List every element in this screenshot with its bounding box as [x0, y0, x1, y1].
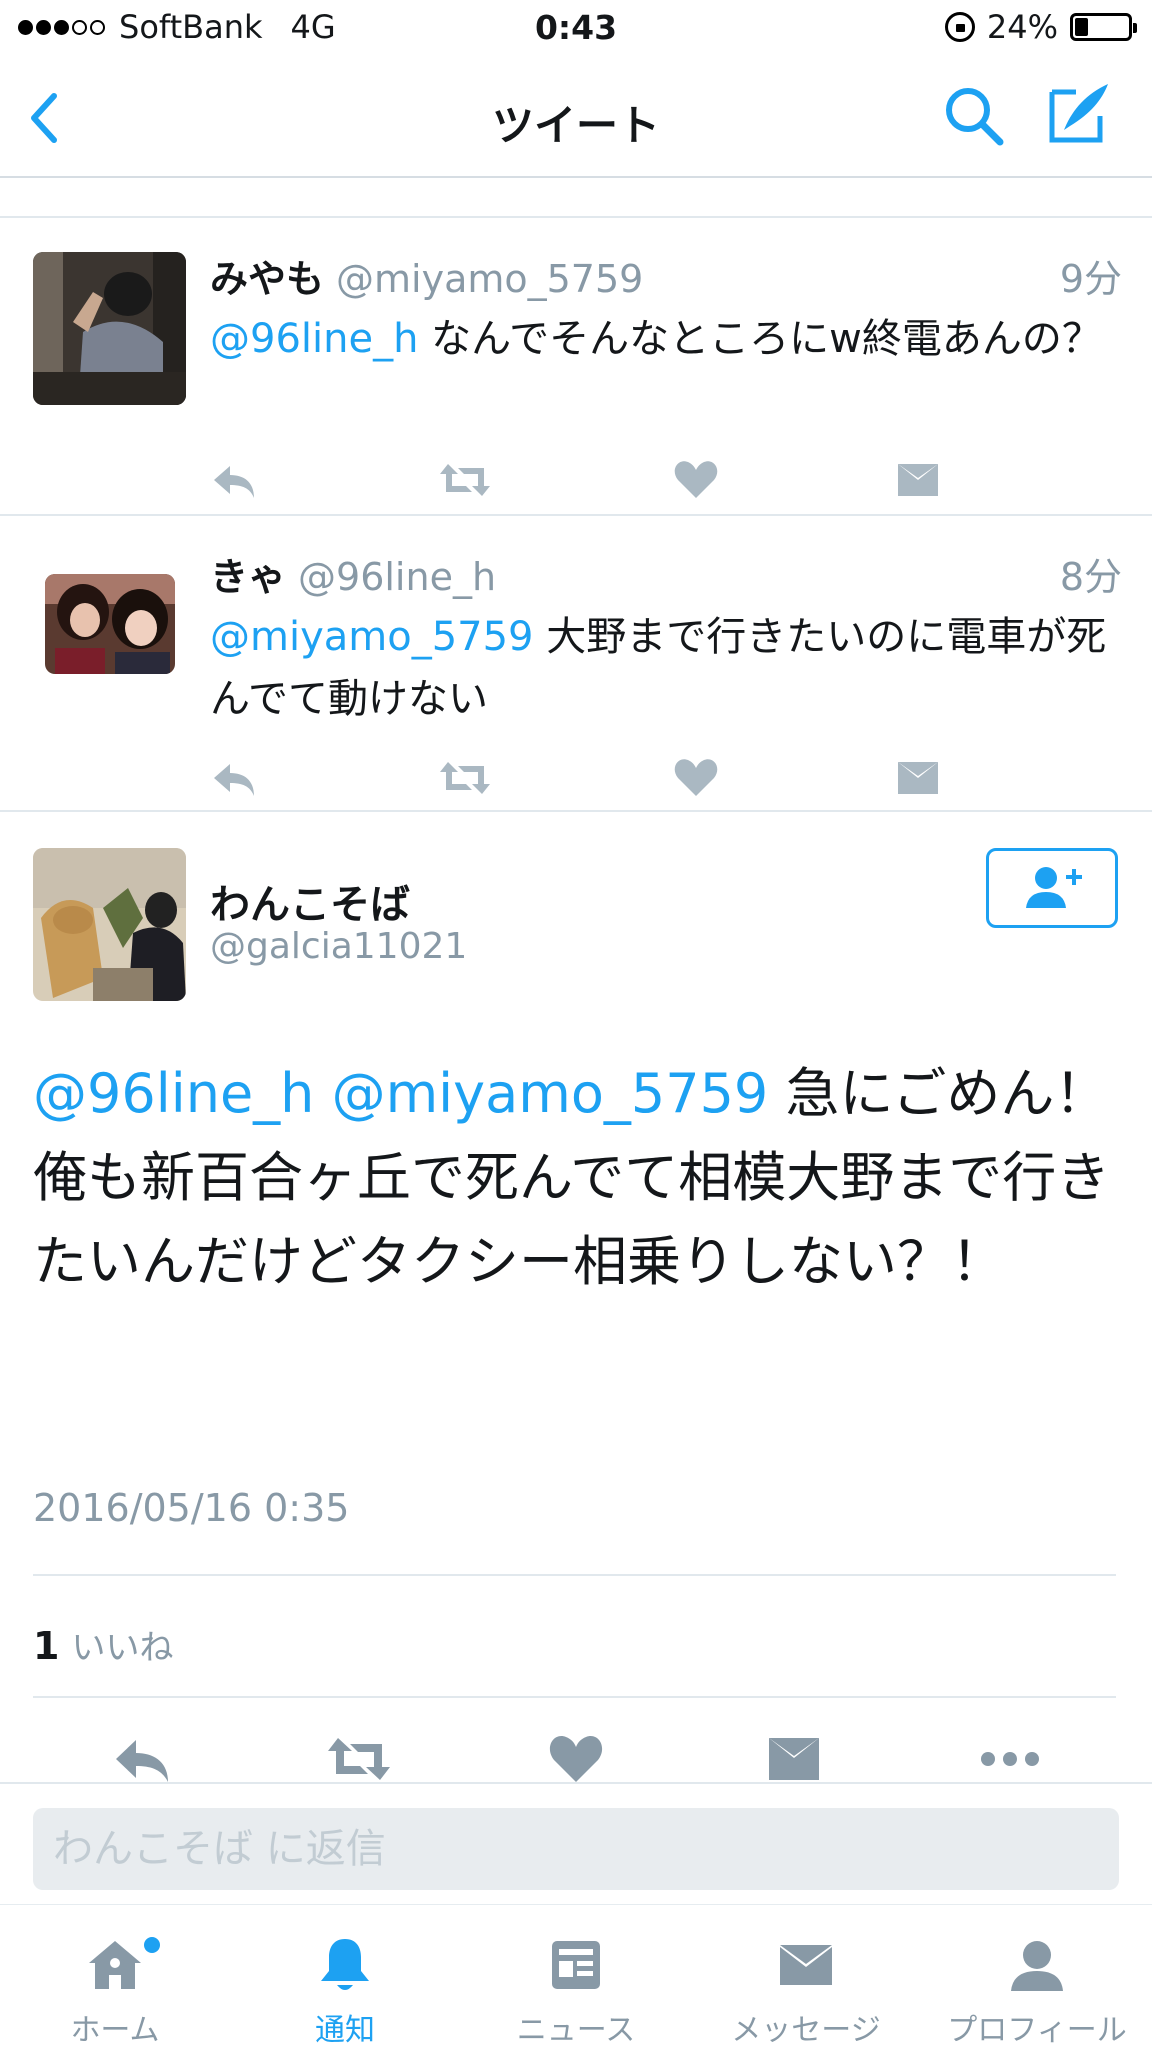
mention-link[interactable]: @96line_h	[33, 1062, 314, 1125]
home-icon	[89, 1941, 141, 1989]
avatar[interactable]	[33, 848, 186, 1001]
tab-profile[interactable]: プロフィール	[922, 1905, 1152, 2048]
tab-label: 通知	[315, 2013, 375, 2048]
battery-fill	[1075, 18, 1088, 36]
tweet-text: @96line_h なんでそんなところにw終電あんの？	[210, 308, 1110, 370]
tweet-text-content: なんでそんなところにw終電あんの？	[418, 316, 1102, 362]
search-icon[interactable]	[942, 84, 1006, 148]
direct-message-icon[interactable]	[764, 1732, 824, 1786]
direct-message-icon[interactable]	[894, 756, 942, 800]
divider	[33, 1696, 1116, 1698]
tab-messages[interactable]: メッセージ	[691, 1905, 921, 2048]
tab-home[interactable]: ホーム	[0, 1905, 230, 2048]
main-tweet-line-2: 俺も新百合ヶ丘で死んでて相模大野まで行きたいんだけどタクシー相乗りしない？！	[33, 1146, 1111, 1293]
tweet-text: @miyamo_5759 大野まで行きたいのに電車が死んでて動けない	[210, 606, 1110, 730]
battery-icon	[1070, 13, 1137, 41]
avatar[interactable]	[33, 252, 186, 405]
status-bar-right: 24%	[944, 8, 1137, 46]
tab-label: ホーム	[70, 2013, 160, 2048]
add-user-icon	[1026, 867, 1082, 908]
rotation-lock-icon	[944, 12, 975, 42]
reply-icon[interactable]	[210, 756, 258, 800]
like-count: 1	[33, 1624, 60, 1668]
reply-icon[interactable]	[112, 1732, 172, 1786]
tweet-time: 9分	[1059, 257, 1122, 301]
main-tweet-line-1: 急にごめん！	[768, 1062, 1109, 1125]
reply-bar	[0, 1784, 1152, 1904]
status-bar: SoftBank 4G 0:43 24%	[0, 0, 1152, 58]
user-handle[interactable]: @galcia11021	[210, 926, 467, 967]
user-handle[interactable]: @miyamo_5759	[336, 257, 643, 301]
tweet-time: 8分	[1059, 555, 1122, 599]
like-count-row[interactable]: 1 いいね	[33, 1620, 173, 1669]
reply-input[interactable]	[33, 1808, 1119, 1890]
tweet-item[interactable]: みやも @miyamo_5759 9分 @96line_h なんでそんなところにw…	[0, 218, 1152, 516]
display-name[interactable]: みやも	[210, 257, 324, 301]
like-heart-icon[interactable]	[672, 756, 720, 800]
previous-tweet-partial	[0, 178, 1152, 218]
tweet-actions	[210, 458, 970, 502]
new-content-dot	[144, 1937, 160, 1953]
avatar[interactable]	[45, 574, 175, 674]
compose-tweet-icon[interactable]	[1046, 80, 1112, 146]
follow-button[interactable]	[986, 848, 1118, 928]
news-icon	[552, 1941, 600, 1989]
bell-icon	[321, 1939, 369, 1990]
nav-bar: ツイート	[0, 58, 1152, 178]
like-heart-icon[interactable]	[546, 1732, 606, 1786]
main-tweet: わんこそば @galcia11021 @96line_h @miyamo_575…	[0, 812, 1152, 1784]
tab-news[interactable]: ニュース	[461, 1905, 691, 2048]
tweet-timestamp: 2016/05/16 0:35	[33, 1486, 350, 1530]
display-name[interactable]: きゃ	[210, 555, 286, 599]
main-tweet-actions	[0, 1732, 1152, 1786]
tweet-header: みやも @miyamo_5759 9分	[210, 248, 1122, 303]
tweet-header: きゃ @96line_h 8分	[210, 546, 1122, 601]
user-handle[interactable]: @96line_h	[298, 555, 496, 599]
retweet-icon[interactable]	[326, 1732, 392, 1786]
direct-message-icon[interactable]	[894, 458, 942, 502]
battery-percent: 24%	[986, 8, 1058, 46]
display-name[interactable]: わんこそば	[210, 872, 410, 930]
tweet-actions	[210, 756, 970, 800]
tab-label: プロフィール	[947, 2013, 1127, 2048]
tweet-item[interactable]: きゃ @96line_h 8分 @miyamo_5759 大野まで行きたいのに電車…	[0, 516, 1152, 812]
tab-notifications[interactable]: 通知	[230, 1905, 460, 2048]
mention-link[interactable]: @miyamo_5759	[332, 1062, 769, 1125]
like-heart-icon[interactable]	[672, 458, 720, 502]
profile-icon	[1011, 1941, 1063, 1991]
tab-label: メッセージ	[731, 2013, 881, 2048]
reply-icon[interactable]	[210, 458, 258, 502]
like-label: いいね	[71, 1628, 174, 1668]
retweet-icon[interactable]	[438, 458, 492, 502]
tab-bar: ホーム 通知 ニュース メッセージ プロフィール	[0, 1904, 1152, 2048]
retweet-icon[interactable]	[438, 756, 492, 800]
mention-link[interactable]: @miyamo_5759	[210, 614, 534, 660]
divider	[33, 1574, 1116, 1576]
main-tweet-text: @96line_h @miyamo_5759 急にごめん！ 俺も新百合ヶ丘で死んで…	[33, 1052, 1113, 1304]
mention-link[interactable]: @96line_h	[210, 316, 418, 362]
more-options-icon[interactable]	[978, 1732, 1042, 1786]
tab-label: ニュース	[516, 2013, 636, 2048]
envelope-icon	[780, 1945, 832, 1985]
